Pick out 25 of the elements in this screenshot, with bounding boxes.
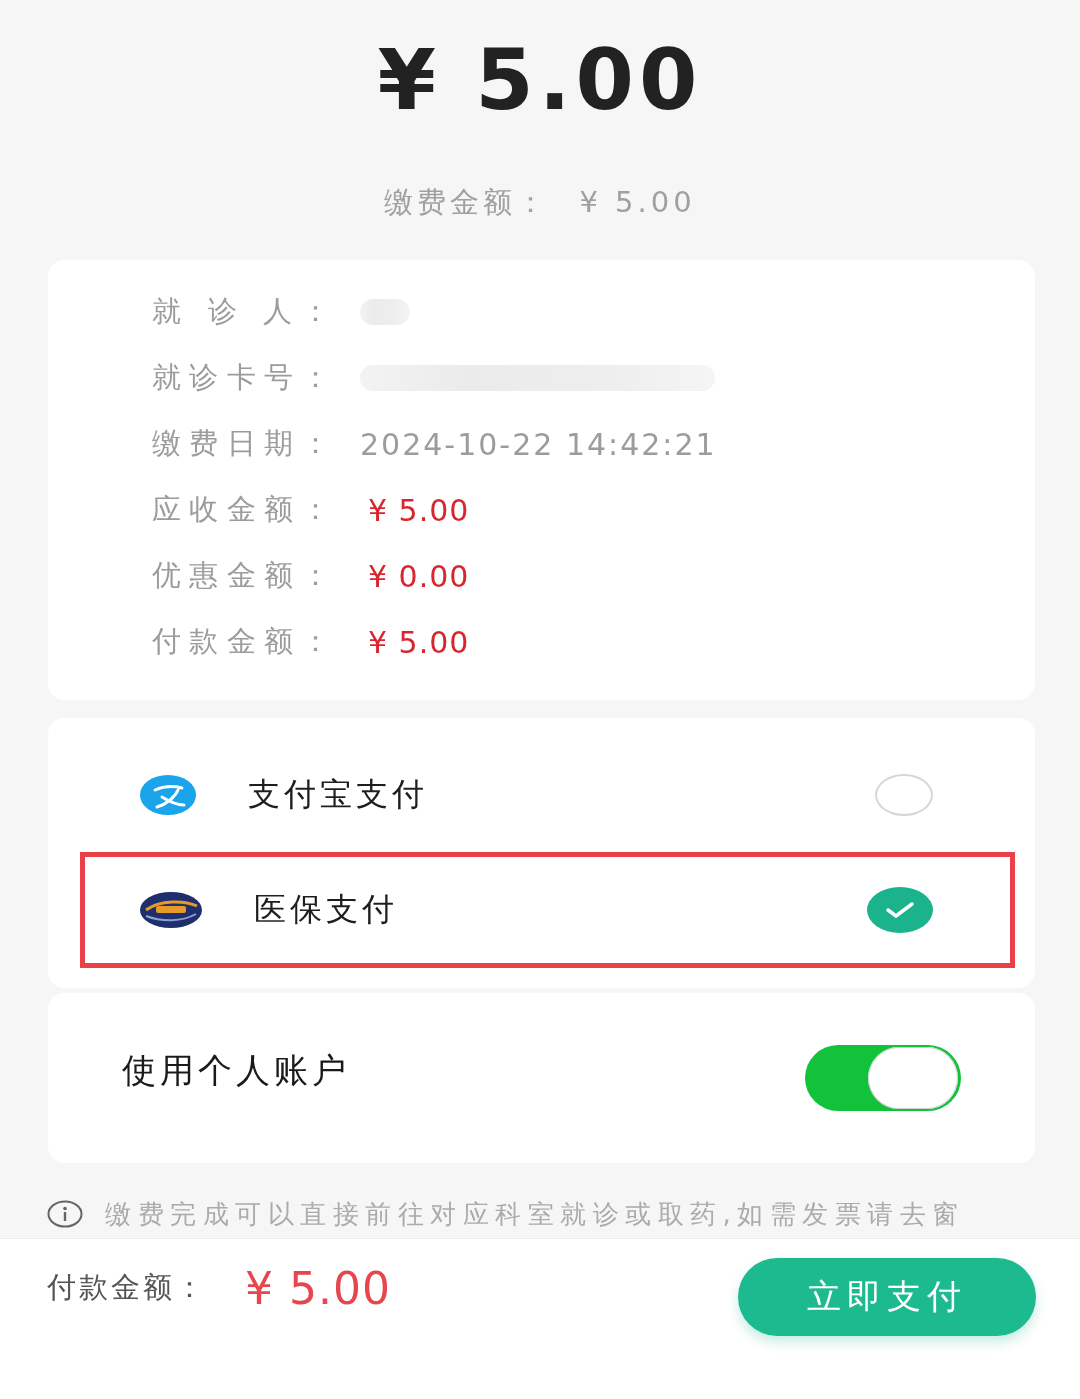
fee-label: 缴费金额：: [384, 184, 550, 221]
detail-label: 应收金额：: [152, 491, 330, 528]
detail-value: 2024-10-22 14:42:21: [360, 426, 717, 462]
detail-label: 就 诊 人：: [152, 293, 330, 330]
total-amount: ¥ 5.00: [377, 30, 703, 130]
detail-label: 优惠金额：: [152, 557, 330, 594]
payment-option[interactable]: 支付宝支付: [85, 743, 1010, 847]
detail-label: 缴费日期：: [152, 425, 330, 462]
payment-amount: ¥ 5.00: [245, 1262, 391, 1314]
payment-option[interactable]: 医保支付: [85, 857, 1010, 963]
notice-text: 缴费完成可以直接前往对应科室就诊或取药,如需发票请去窗: [105, 1197, 965, 1231]
detail-label: 付款金额：: [152, 623, 330, 660]
info-icon: [47, 1200, 83, 1228]
account-label: 使用个人账户: [122, 1049, 351, 1092]
detail-label: 就诊卡号：: [152, 359, 330, 396]
check-icon: [885, 901, 915, 919]
amount-value: ¥ 0.00: [368, 558, 470, 594]
oval-logo-icon: [140, 892, 202, 928]
round-logo-icon: [140, 775, 196, 815]
fee-amount: ¥ 5.00: [579, 184, 696, 221]
payment-option-label: 支付宝支付: [248, 774, 429, 815]
amount-value: ¥ 5.00: [368, 624, 470, 660]
payment-option-label: 医保支付: [254, 889, 399, 930]
amount-value: ¥ 5.00: [368, 492, 470, 528]
payment-label: 付款金额：: [47, 1269, 207, 1306]
